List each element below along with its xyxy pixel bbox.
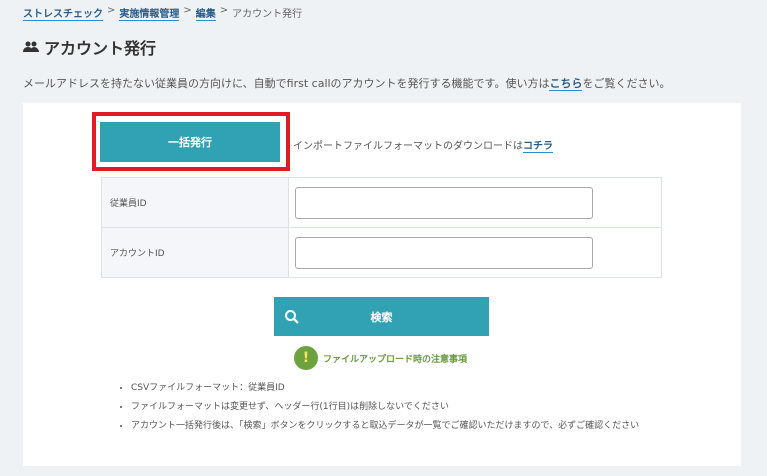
- page-title-text: アカウント発行: [44, 39, 157, 58]
- breadcrumb-edit[interactable]: 編集: [195, 5, 216, 21]
- breadcrumb-current: アカウント発行: [232, 9, 303, 20]
- users-icon: [23, 41, 39, 52]
- exclamation-icon: !: [294, 346, 318, 370]
- account-id-input[interactable]: [295, 236, 593, 269]
- list-item: アカウント一括発行後は、「検索」ボタンをクリックすると取込データが一覧でご確認い…: [131, 418, 639, 437]
- breadcrumb: ストレスチェック > 実施情報管理 > 編集 > アカウント発行: [23, 5, 302, 21]
- list-item: ファイルフォーマットは変更せず、ヘッダー行(1行目)は削除しないでください: [131, 399, 639, 418]
- search-label: 検索: [370, 311, 393, 324]
- account-id-label: アカウントID: [101, 227, 289, 278]
- search-form: 従業員ID アカウントID: [101, 177, 662, 278]
- page-title: アカウント発行: [23, 35, 156, 59]
- list-item: CSVファイルフォーマット：従業員ID: [131, 380, 639, 399]
- breadcrumb-separator: >: [183, 5, 192, 16]
- notes-list: CSVファイルフォーマット：従業員ID ファイルフォーマットは変更せず、ヘッダー…: [117, 380, 639, 437]
- breadcrumb-separator: >: [107, 5, 116, 16]
- employee-id-input[interactable]: [295, 186, 593, 219]
- import-format-text: インポートファイルフォーマットのダウンロードはコチラ: [293, 137, 553, 153]
- upload-notice[interactable]: ! ファイルアップロード時の注意事項: [294, 346, 467, 370]
- desc-text: メールアドレスを持たない従業員の方向けに、自動でfirst callのアカウント…: [23, 77, 550, 90]
- usage-link[interactable]: こちら: [549, 77, 583, 91]
- bulk-issue-button[interactable]: 一括発行: [100, 122, 280, 162]
- upload-notice-text: ファイルアップロード時の注意事項: [323, 354, 468, 365]
- search-icon: [285, 310, 299, 324]
- employee-id-label: 従業員ID: [101, 177, 289, 228]
- import-text: インポートファイルフォーマットのダウンロードは: [293, 141, 523, 152]
- import-format-link[interactable]: コチラ: [523, 141, 553, 153]
- breadcrumb-stress-check[interactable]: ストレスチェック: [23, 5, 103, 21]
- form-row: アカウントID: [101, 227, 662, 278]
- breadcrumb-implementation[interactable]: 実施情報管理: [119, 5, 180, 21]
- desc-text: をご覧ください。: [582, 77, 671, 90]
- search-button[interactable]: 検索: [274, 297, 489, 336]
- breadcrumb-separator: >: [219, 5, 229, 16]
- page-description: メールアドレスを持たない従業員の方向けに、自動でfirst callのアカウント…: [23, 75, 670, 91]
- form-row: 従業員ID: [101, 177, 662, 228]
